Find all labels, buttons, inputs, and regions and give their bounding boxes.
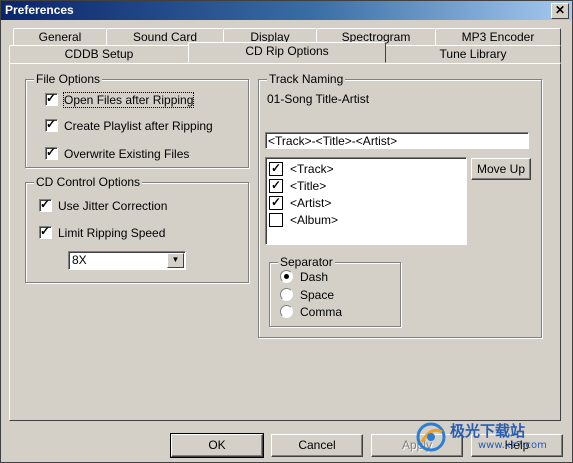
separator-comma-radio[interactable]: Comma xyxy=(280,304,342,320)
check-icon: ✓ xyxy=(46,145,57,160)
checkbox-box: ✓ xyxy=(39,197,52,213)
watermark-logo-icon xyxy=(416,422,446,452)
check-icon: ✓ xyxy=(271,160,282,175)
file-options-legend: File Options xyxy=(34,72,103,86)
checkbox-box: ✓ xyxy=(45,145,58,161)
separator-group: Separator Dash Space Comma xyxy=(269,255,401,327)
title-bar[interactable]: Preferences ✕ xyxy=(1,1,572,20)
ok-button[interactable]: OK xyxy=(170,433,264,458)
track-naming-preview: 01-Song Title-Artist xyxy=(267,92,370,106)
checkbox-box: ✓ xyxy=(39,224,52,240)
radio-circle xyxy=(280,305,293,319)
ripping-speed-value: 8X xyxy=(72,253,87,267)
list-item-album[interactable]: <Album> xyxy=(269,212,338,228)
checkbox-label: Open Files after Ripping xyxy=(62,92,195,108)
close-button[interactable]: ✕ xyxy=(551,3,569,19)
checkbox-box[interactable]: ✓ xyxy=(269,177,283,193)
checkbox-box: ✓ xyxy=(45,117,58,133)
radio-circle xyxy=(280,288,293,302)
tab-cd-rip-options[interactable]: CD Rip Options xyxy=(188,42,386,63)
create-playlist-checkbox[interactable]: ✓ Create Playlist after Ripping xyxy=(45,117,213,134)
track-naming-group: Track Naming 01-Song Title-Artist <Track… xyxy=(258,72,542,338)
move-up-button[interactable]: Move Up xyxy=(471,158,531,180)
tab-label: Tune Library xyxy=(439,47,507,61)
tab-label: General xyxy=(38,30,82,44)
cd-rip-options-panel: File Options ✓ Open Files after Ripping ✓… xyxy=(9,63,561,421)
preferences-window: Preferences ✕ General Sound Card Display… xyxy=(0,0,573,463)
chevron-down-icon[interactable]: ▼ xyxy=(167,253,184,268)
tab-label: CDDB Setup xyxy=(64,47,134,61)
check-icon: ✓ xyxy=(271,194,282,209)
separator-space-radio[interactable]: Space xyxy=(280,287,334,303)
checkbox-box[interactable]: ✓ xyxy=(269,194,283,210)
cd-control-options-group: CD Control Options ✓ Use Jitter Correctio… xyxy=(25,175,249,283)
watermark-url: www.xz7.com xyxy=(478,440,547,451)
track-format-input[interactable]: <Track>-<Title>-<Artist> xyxy=(265,132,529,149)
tab-cddb-setup[interactable]: CDDB Setup xyxy=(9,45,189,63)
tab-label: CD Rip Options xyxy=(245,44,329,58)
separator-legend: Separator xyxy=(278,255,335,269)
track-fields-list[interactable]: ✓ <Track> ✓ <Title> ✓ <Artist> <Album> xyxy=(265,157,467,245)
watermark: 极光下载站 www.xz7.com xyxy=(416,418,566,458)
checkbox-box[interactable] xyxy=(269,212,283,227)
track-naming-legend: Track Naming xyxy=(267,72,346,86)
check-icon: ✓ xyxy=(40,224,51,239)
file-options-group: File Options ✓ Open Files after Ripping ✓… xyxy=(25,72,249,168)
watermark-text: 极光下载站 xyxy=(450,422,526,440)
checkbox-label: Limit Ripping Speed xyxy=(58,226,166,240)
overwrite-files-checkbox[interactable]: ✓ Overwrite Existing Files xyxy=(45,145,190,162)
radio-label: Dash xyxy=(300,270,329,284)
checkbox-box[interactable]: ✓ xyxy=(269,160,283,176)
tab-tune-library[interactable]: Tune Library xyxy=(385,45,561,63)
cancel-button[interactable]: Cancel xyxy=(271,434,363,457)
limit-speed-checkbox[interactable]: ✓ Limit Ripping Speed xyxy=(39,224,166,241)
tab-mp3-encoder[interactable]: MP3 Encoder xyxy=(435,28,561,46)
ripping-speed-select[interactable]: 8X ▼ xyxy=(68,251,186,270)
tab-general[interactable]: General xyxy=(13,28,107,46)
list-item-label: <Artist> xyxy=(290,196,332,210)
open-files-checkbox[interactable]: ✓ Open Files after Ripping xyxy=(45,91,195,108)
radio-label: Comma xyxy=(300,305,343,319)
list-item-label: <Track> xyxy=(290,162,334,176)
list-item-artist[interactable]: ✓ <Artist> xyxy=(269,195,331,211)
checkbox-box: ✓ xyxy=(45,91,58,107)
checkbox-label: Create Playlist after Ripping xyxy=(64,119,213,133)
jitter-correction-checkbox[interactable]: ✓ Use Jitter Correction xyxy=(39,197,168,214)
list-item-label: <Album> xyxy=(290,213,339,227)
close-icon: ✕ xyxy=(554,3,566,17)
list-item-label: <Title> xyxy=(290,179,327,193)
check-icon: ✓ xyxy=(40,197,51,212)
checkbox-label: Overwrite Existing Files xyxy=(64,147,190,161)
radio-dot xyxy=(284,274,289,280)
check-icon: ✓ xyxy=(46,91,57,106)
cd-control-options-legend: CD Control Options xyxy=(34,175,143,189)
radio-circle xyxy=(280,270,293,284)
radio-label: Space xyxy=(300,288,335,302)
list-item-track[interactable]: ✓ <Track> xyxy=(269,161,334,177)
separator-dash-radio[interactable]: Dash xyxy=(280,269,328,285)
window-title: Preferences xyxy=(5,3,74,17)
checkbox-label: Use Jitter Correction xyxy=(58,199,168,213)
check-icon: ✓ xyxy=(46,117,57,132)
check-icon: ✓ xyxy=(271,177,282,192)
list-item-title[interactable]: ✓ <Title> xyxy=(269,178,326,194)
tab-label: MP3 Encoder xyxy=(461,30,535,44)
